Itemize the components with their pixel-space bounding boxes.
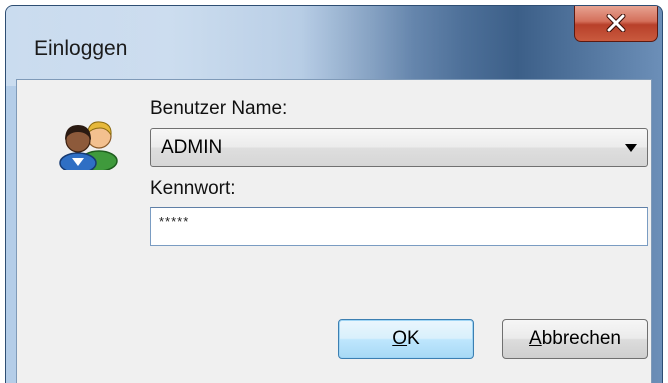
close-icon (606, 14, 626, 32)
password-label: Kennwort: (150, 178, 236, 199)
username-combobox[interactable]: ADMIN (150, 128, 648, 167)
users-icon (59, 121, 118, 170)
dialog-body: Benutzer Name: ADMIN Kennwort: ***** OK … (16, 79, 652, 383)
ok-button[interactable]: OK (338, 319, 474, 359)
chevron-down-icon[interactable] (625, 144, 637, 152)
close-button[interactable] (574, 6, 658, 42)
cancel-mnemonic: A (529, 328, 542, 349)
ok-label-rest: K (407, 328, 420, 349)
username-label: Benutzer Name: (150, 98, 288, 119)
window-title: Einloggen (34, 37, 128, 60)
cancel-button[interactable]: Abbrechen (502, 319, 648, 359)
cancel-label-rest: bbrechen (541, 328, 621, 349)
username-value: ADMIN (161, 137, 223, 158)
password-value: ***** (159, 214, 190, 229)
login-dialog: Einloggen Benutzer Name: ADMIN Kennwort: (5, 5, 663, 383)
ok-mnemonic: O (392, 328, 408, 349)
password-field[interactable]: ***** (150, 207, 648, 246)
